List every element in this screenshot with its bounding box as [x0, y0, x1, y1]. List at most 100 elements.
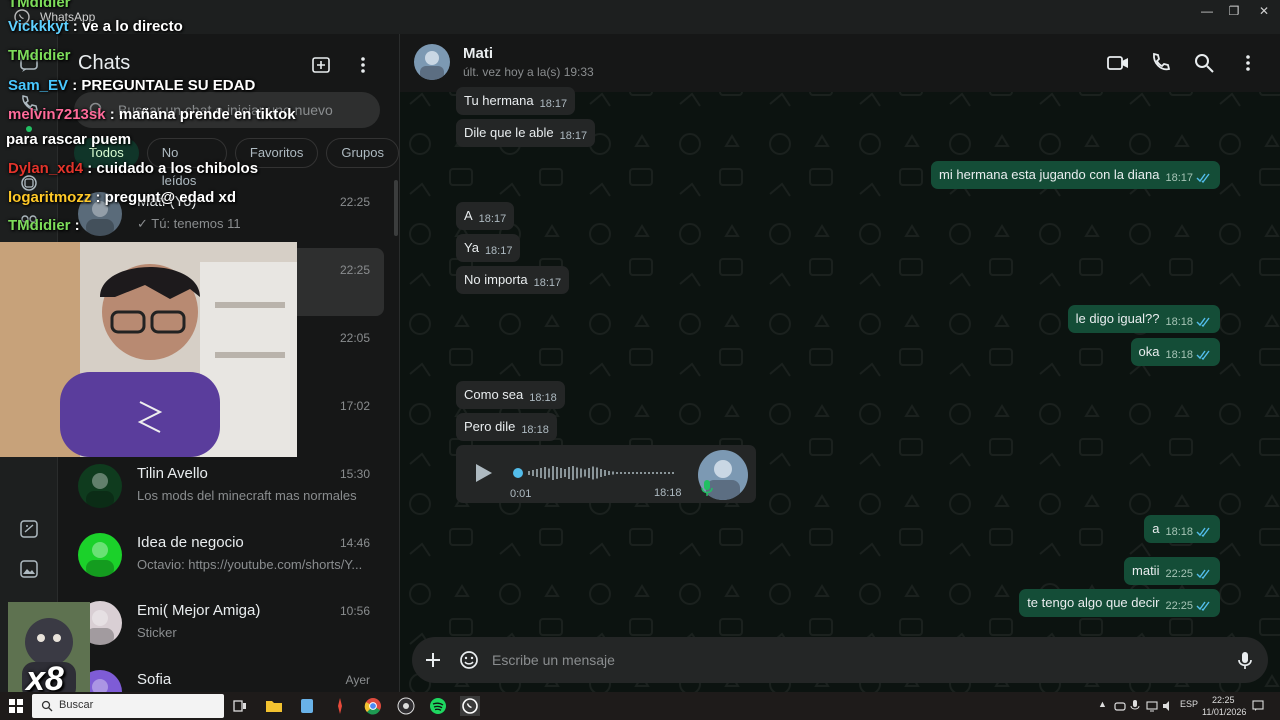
app-launcher-icon[interactable]: [330, 696, 350, 716]
chat-menu-icon[interactable]: [1236, 51, 1260, 75]
chat-time: 22:05: [339, 331, 370, 345]
incoming-message[interactable]: No importa 18:17: [456, 266, 570, 294]
outgoing-message[interactable]: oka 18:18: [1130, 338, 1220, 366]
message-text: Como sea: [464, 387, 524, 402]
stream-chat-line: Vickkkyt : ve a lo directo: [8, 18, 183, 35]
new-chat-icon[interactable]: [310, 54, 332, 76]
chat-name: Idea de negocio: [137, 534, 244, 551]
tray-chevron-icon[interactable]: ▲: [1098, 699, 1107, 709]
message-time: 18:17: [559, 130, 588, 142]
chat-time: Ayer: [345, 673, 370, 687]
incoming-message[interactable]: A 18:17: [456, 202, 515, 230]
attach-icon[interactable]: [422, 649, 444, 671]
waveform-bar: [640, 472, 642, 474]
webcam-overlay: [0, 242, 297, 457]
video-call-icon[interactable]: [1106, 51, 1130, 75]
clock-time[interactable]: 22:25: [1212, 695, 1235, 705]
archive-icon[interactable]: [18, 558, 40, 580]
notifications-icon[interactable]: [1252, 700, 1264, 712]
maximize-button[interactable]: ❐: [1217, 3, 1251, 19]
message-time: 18:18: [1165, 349, 1193, 361]
voice-message[interactable]: 0:01 18:18: [456, 445, 756, 503]
message-text: No importa: [464, 272, 528, 287]
notes-app-icon[interactable]: [297, 696, 317, 716]
waveform-bar: [624, 472, 626, 474]
stream-chat-line: TMdidier :: [8, 217, 80, 234]
incoming-message[interactable]: Ya 18:17: [456, 234, 521, 262]
incoming-message[interactable]: Como sea 18:18: [456, 381, 565, 409]
chat-avatar: [78, 464, 122, 508]
chat-list-item[interactable]: Tilin Avello 15:30 Los mods del minecraft …: [66, 452, 384, 520]
contact-name: Mati: [463, 45, 493, 62]
voice-waveform[interactable]: [512, 463, 676, 483]
close-button[interactable]: ✕: [1247, 3, 1280, 19]
read-ticks-icon: [1196, 569, 1210, 579]
chat-time: 14:46: [339, 536, 370, 550]
stream-chat-message: : mañana prende en tiktok: [105, 106, 296, 123]
incoming-message[interactable]: Pero dile 18:18: [456, 413, 557, 441]
message-input[interactable]: [492, 637, 1192, 683]
stream-chat-username: Dylan_xd4: [8, 160, 84, 177]
waveform-bar: [612, 471, 614, 475]
chat-list-item[interactable]: Idea de negocio 14:46 Octavio: https://you…: [66, 521, 384, 589]
outgoing-message[interactable]: te tengo algo que decir 22:25: [1019, 589, 1220, 617]
windows-start-icon[interactable]: [9, 699, 23, 713]
chat-time: 15:30: [339, 467, 370, 481]
obs-icon[interactable]: [396, 696, 416, 716]
outgoing-message[interactable]: mi hermana esta jugando con la diana 18:1…: [931, 161, 1220, 189]
file-explorer-icon[interactable]: [264, 696, 284, 716]
waveform-bar: [648, 472, 650, 474]
waveform-bar: [600, 469, 602, 477]
stream-chat-username: melvin7213sk: [8, 106, 106, 123]
chat-list-item[interactable]: Emi( Mejor Amiga) 10:56 Sticker: [66, 589, 384, 657]
waveform-bar: [628, 472, 630, 474]
windows-taskbar: Buscar ▲ ESP 22:25 11/01/2026: [0, 692, 1280, 720]
conversation-header[interactable]: Mati últ. vez hoy a la(s) 19:33: [400, 34, 1280, 92]
message-time: 18:18: [521, 424, 549, 436]
language-indicator[interactable]: ESP: [1180, 699, 1198, 709]
outgoing-message[interactable]: matii 22:25: [1124, 557, 1220, 585]
task-view-icon[interactable]: [230, 696, 250, 716]
clock-date[interactable]: 11/01/2026: [1202, 707, 1246, 717]
whatsapp-taskbar-icon[interactable]: [460, 696, 480, 716]
tray-mic-icon[interactable]: [1130, 700, 1140, 712]
incoming-message[interactable]: Dile que le able 18:17: [456, 119, 596, 147]
voice-record-icon[interactable]: [1234, 649, 1256, 671]
voice-call-icon[interactable]: [1149, 51, 1173, 75]
waveform-bar: [580, 468, 582, 478]
contact-last-seen: últ. vez hoy a la(s) 19:33: [463, 65, 594, 79]
search-in-chat-icon[interactable]: [1192, 51, 1216, 75]
menu-dots-icon[interactable]: [356, 54, 370, 76]
volume-icon[interactable]: [1162, 700, 1174, 712]
onedrive-icon[interactable]: [1114, 700, 1126, 712]
stream-chat-line: Sam_EV : PREGUNTALE SU EDAD: [8, 77, 255, 94]
starred-icon[interactable]: [18, 518, 40, 540]
message-time: 18:18: [1165, 526, 1193, 538]
waveform-bar: [652, 472, 654, 474]
contact-avatar[interactable]: [414, 44, 450, 80]
filter-grupos[interactable]: Grupos: [326, 138, 399, 168]
message-time: 18:17: [484, 245, 513, 257]
stream-chat-line: TMdidier: [8, 47, 71, 64]
incoming-message[interactable]: Tu hermana 18:17: [456, 87, 576, 115]
outgoing-message[interactable]: le digo igual?? 18:18: [1067, 305, 1220, 333]
waveform-bar: [592, 466, 594, 480]
voice-progress-knob[interactable]: [513, 468, 523, 478]
network-icon[interactable]: [1146, 700, 1158, 712]
sticker-icon[interactable]: [458, 649, 480, 671]
stream-chat-message: para rascar puem: [6, 131, 132, 148]
read-ticks-icon: [1196, 350, 1210, 360]
waveform-bar: [528, 471, 530, 475]
chat-time: 22:25: [339, 195, 370, 209]
message-text: a: [1152, 521, 1160, 536]
message-text: Pero dile: [464, 419, 516, 434]
taskbar-search[interactable]: Buscar: [32, 694, 224, 718]
chat-list-scrollbar[interactable]: [394, 180, 398, 236]
mic-icon: [701, 480, 713, 496]
message-time: 22:25: [1165, 600, 1193, 612]
waveform-bar: [576, 467, 578, 479]
chrome-icon[interactable]: [363, 696, 383, 716]
spotify-icon[interactable]: [428, 696, 448, 716]
play-icon[interactable]: [472, 461, 494, 485]
outgoing-message[interactable]: a 18:18: [1144, 515, 1220, 543]
